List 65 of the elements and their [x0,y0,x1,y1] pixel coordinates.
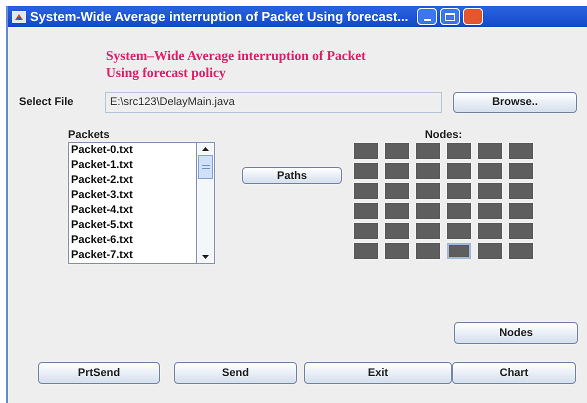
packet-item[interactable]: Packet-7.txt [71,248,133,263]
paths-button[interactable]: Paths [242,167,342,184]
node-cell[interactable] [447,203,471,219]
packet-item[interactable]: Packet-6.txt [71,233,133,248]
node-cell[interactable] [509,243,533,259]
maximize-button[interactable] [440,8,460,25]
node-cell[interactable] [509,203,533,219]
action-button[interactable]: PrtSend [38,362,160,384]
node-cell[interactable] [385,143,409,159]
window-title: System-Wide Average interruption of Packet Using forecast... [30,8,408,26]
node-cell[interactable] [509,163,533,179]
node-cell[interactable] [354,143,378,159]
node-cell[interactable] [416,183,440,199]
packet-list[interactable]: Packet-0.txt Packet-1.txt Packet-2.txt Packet-3.txt Packet-4.txt Packet-5.txt Packet-6.txt Packet-7.txt [68,142,215,264]
node-cell[interactable] [354,223,378,239]
node-cell[interactable] [509,223,533,239]
packet-item[interactable]: Packet-4.txt [71,203,133,218]
node-cell[interactable] [416,243,440,259]
packet-item[interactable]: Packet-5.txt [71,218,133,233]
scrollbar[interactable] [196,143,214,263]
node-cell[interactable] [478,243,502,259]
app-icon [12,10,26,22]
node-cell[interactable] [478,203,502,219]
packet-item[interactable]: Packet-3.txt [71,188,133,203]
node-cell[interactable] [416,223,440,239]
scroll-thumb[interactable] [198,155,213,179]
node-cell[interactable] [478,163,502,179]
packet-item[interactable]: Packet-1.txt [71,158,133,173]
node-cell[interactable] [354,243,378,259]
nodes-label: Nodes: [424,128,462,142]
node-cell[interactable] [478,223,502,239]
node-cell[interactable] [509,183,533,199]
node-cell[interactable] [447,183,471,199]
node-cell[interactable] [478,143,502,159]
heading-line: Using forecast policy [106,64,226,81]
select-file-label: Select File [19,95,74,110]
node-cell[interactable] [385,183,409,199]
action-button[interactable]: Send [174,362,297,384]
browse-button[interactable]: Browse.. [453,92,577,113]
node-cell[interactable] [416,203,440,219]
node-cell[interactable] [447,163,471,179]
packet-item[interactable]: Packet-2.txt [71,173,133,188]
node-cell[interactable] [385,243,409,259]
node-cell[interactable] [447,143,471,159]
node-cell[interactable] [447,243,471,259]
packet-item[interactable]: Packet-0.txt [71,143,133,158]
node-cell[interactable] [385,223,409,239]
node-cell[interactable] [385,163,409,179]
node-cell[interactable] [354,203,378,219]
node-cell[interactable] [416,143,440,159]
node-cell[interactable] [416,163,440,179]
heading-line: System–Wide Average interruption of Packet [106,47,366,64]
node-cell[interactable] [447,223,471,239]
close-button[interactable] [463,8,484,25]
node-cell[interactable] [354,163,378,179]
minimize-button[interactable] [417,8,438,25]
action-button[interactable]: Exit [304,362,452,384]
node-cell[interactable] [509,143,533,159]
file-path-field[interactable]: E:\src123\DelayMain.java [105,92,442,113]
node-cell[interactable] [354,183,378,199]
node-cell[interactable] [385,203,409,219]
packets-label: Packets [68,128,111,142]
action-button[interactable]: Chart [452,362,576,384]
node-cell[interactable] [478,183,502,199]
nodes-button[interactable]: Nodes [454,322,578,344]
